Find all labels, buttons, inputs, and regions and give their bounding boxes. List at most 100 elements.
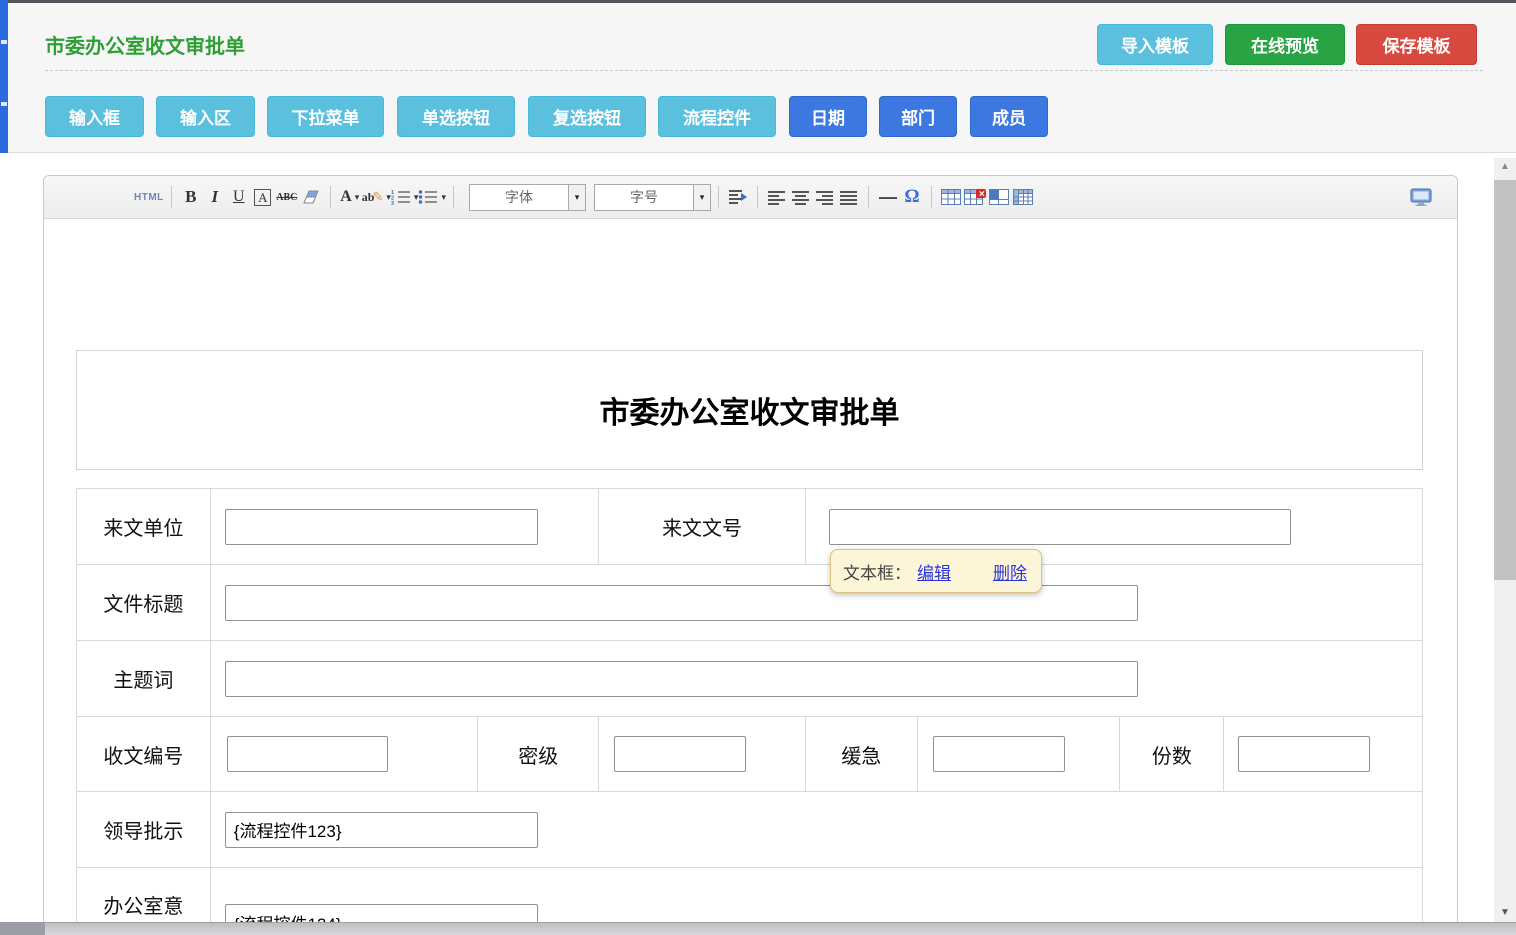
save-template-button[interactable]: 保存模板 — [1356, 24, 1477, 65]
align-justify-icon — [840, 190, 858, 205]
horizontal-scrollbar[interactable] — [0, 922, 1516, 935]
font-color-icon: A — [340, 188, 352, 206]
font-family-select[interactable]: 字体 ▾ — [469, 184, 586, 211]
bold-button[interactable]: B — [179, 184, 203, 210]
font-size-label: 字号 — [595, 185, 693, 210]
chevron-down-icon: ▾ — [693, 185, 710, 210]
highlight-color-button[interactable]: ab ✎ ▾ — [362, 184, 391, 210]
field-cell — [1224, 717, 1422, 791]
boxed-a-icon: A — [254, 189, 271, 206]
form-title: 市委办公室收文审批单 — [600, 388, 900, 432]
edit-widget-link[interactable]: 编辑 — [917, 559, 951, 584]
toolbar-separator — [931, 186, 932, 208]
font-family-label: 字体 — [470, 185, 568, 210]
field-label: 文件标题 — [77, 565, 211, 640]
table-row: 文件标题 — [77, 565, 1422, 641]
horizontal-rule-button[interactable]: — — [876, 184, 900, 210]
add-department-button[interactable]: 部门 — [879, 96, 957, 137]
field-label: 来文文号 — [599, 489, 806, 564]
delete-widget-link[interactable]: 删除 — [993, 559, 1027, 584]
font-size-select[interactable]: 字号 ▾ — [594, 184, 711, 211]
align-left-button[interactable] — [765, 184, 789, 210]
add-input-box-button[interactable]: 输入框 — [45, 96, 144, 137]
sidebar-fragment — [1, 40, 7, 44]
field-label: 收文编号 — [77, 717, 211, 791]
field-cell — [211, 641, 1422, 716]
insert-table-button[interactable] — [939, 184, 963, 210]
field-cell — [211, 489, 599, 564]
subject-words-input[interactable] — [225, 661, 1138, 697]
leader-instruction-input[interactable] — [225, 812, 538, 848]
align-left-icon — [768, 190, 786, 205]
add-radio-button[interactable]: 单选按钮 — [397, 96, 515, 137]
vertical-scrollbar-thumb[interactable] — [1494, 180, 1516, 580]
import-template-button[interactable]: 导入模板 — [1097, 24, 1213, 65]
font-color-button[interactable]: A ▾ — [338, 184, 362, 210]
align-center-icon — [792, 190, 810, 205]
fullscreen-button[interactable] — [1409, 184, 1433, 210]
table-cell-props-button[interactable] — [987, 184, 1011, 210]
indent-button[interactable] — [726, 184, 750, 210]
form-table: 来文单位 来文文号 文件标题 主题词 — [76, 488, 1423, 935]
table-cell-icon — [989, 189, 1009, 205]
align-right-button[interactable] — [813, 184, 837, 210]
add-dropdown-button[interactable]: 下拉菜单 — [267, 96, 384, 137]
add-textarea-button[interactable]: 输入区 — [156, 96, 255, 137]
toolbar-separator — [453, 186, 454, 208]
copies-input[interactable] — [1238, 736, 1370, 772]
table-row: 收文编号 密级 缓急 份数 — [77, 717, 1422, 792]
unordered-list-button[interactable]: ▾ — [418, 184, 446, 210]
table-row: 主题词 — [77, 641, 1422, 717]
special-char-button[interactable]: Ω — [900, 184, 924, 210]
page-title: 市委办公室收文审批单 — [45, 30, 245, 59]
table-props-button[interactable] — [1011, 184, 1035, 210]
add-checkbox-button[interactable]: 复选按钮 — [528, 96, 646, 137]
sidebar-edge-stripe — [0, 0, 8, 153]
field-label: 缓急 — [806, 717, 918, 791]
svg-text:3: 3 — [391, 201, 394, 205]
add-member-button[interactable]: 成员 — [970, 96, 1048, 137]
online-preview-button[interactable]: 在线预览 — [1225, 24, 1345, 65]
chevron-down-icon: ▾ — [568, 185, 585, 210]
toolbar-separator — [868, 186, 869, 208]
scroll-up-arrow-icon[interactable]: ▲ — [1494, 161, 1516, 172]
horizontal-scrollbar-thumb[interactable] — [0, 923, 45, 935]
header-divider — [45, 70, 1483, 71]
field-cell — [211, 717, 479, 791]
svg-text:✕: ✕ — [978, 190, 985, 199]
source-unit-input[interactable] — [225, 509, 538, 545]
add-date-button[interactable]: 日期 — [789, 96, 867, 137]
toolbar-separator — [171, 186, 172, 208]
monitor-icon — [1410, 188, 1432, 206]
vertical-scrollbar[interactable]: ▲ ▼ — [1494, 158, 1516, 922]
table-icon — [941, 189, 961, 205]
chevron-down-icon: ▾ — [441, 192, 446, 203]
field-cell — [211, 565, 1422, 640]
field-label: 主题词 — [77, 641, 211, 716]
eraser-icon — [302, 190, 320, 205]
remove-format-button[interactable] — [299, 184, 323, 210]
toolbar-separator — [330, 186, 331, 208]
scroll-down-arrow-icon[interactable]: ▼ — [1494, 907, 1516, 918]
align-justify-button[interactable] — [837, 184, 861, 210]
urgency-input[interactable] — [933, 736, 1065, 772]
underline-button[interactable]: U — [227, 184, 251, 210]
boxed-a-button[interactable]: A — [251, 184, 275, 210]
italic-button[interactable]: I — [203, 184, 227, 210]
document-number-input[interactable] — [829, 509, 1291, 545]
secrecy-level-input[interactable] — [614, 736, 746, 772]
ordered-list-button[interactable]: 1 2 3 ▾ — [391, 184, 419, 210]
html-source-button[interactable]: HTML — [134, 184, 164, 210]
strikethrough-button[interactable]: ABC — [275, 184, 299, 210]
editor-toolbar: HTML B I U A ABC A ▾ ab ✎ ▾ — [44, 176, 1457, 219]
align-center-button[interactable] — [789, 184, 813, 210]
add-flow-control-button[interactable]: 流程控件 — [658, 96, 776, 137]
pencil-icon: ✎ — [372, 189, 383, 205]
delete-table-button[interactable]: ✕ — [963, 184, 987, 210]
field-label: 领导批示 — [77, 792, 211, 867]
field-label: 来文单位 — [77, 489, 211, 564]
table-props-icon — [1013, 189, 1033, 205]
field-label: 密级 — [478, 717, 599, 791]
editor-canvas[interactable]: 市委办公室收文审批单 来文单位 来文文号 文件标题 — [44, 220, 1457, 935]
receipt-number-input[interactable] — [227, 736, 388, 772]
